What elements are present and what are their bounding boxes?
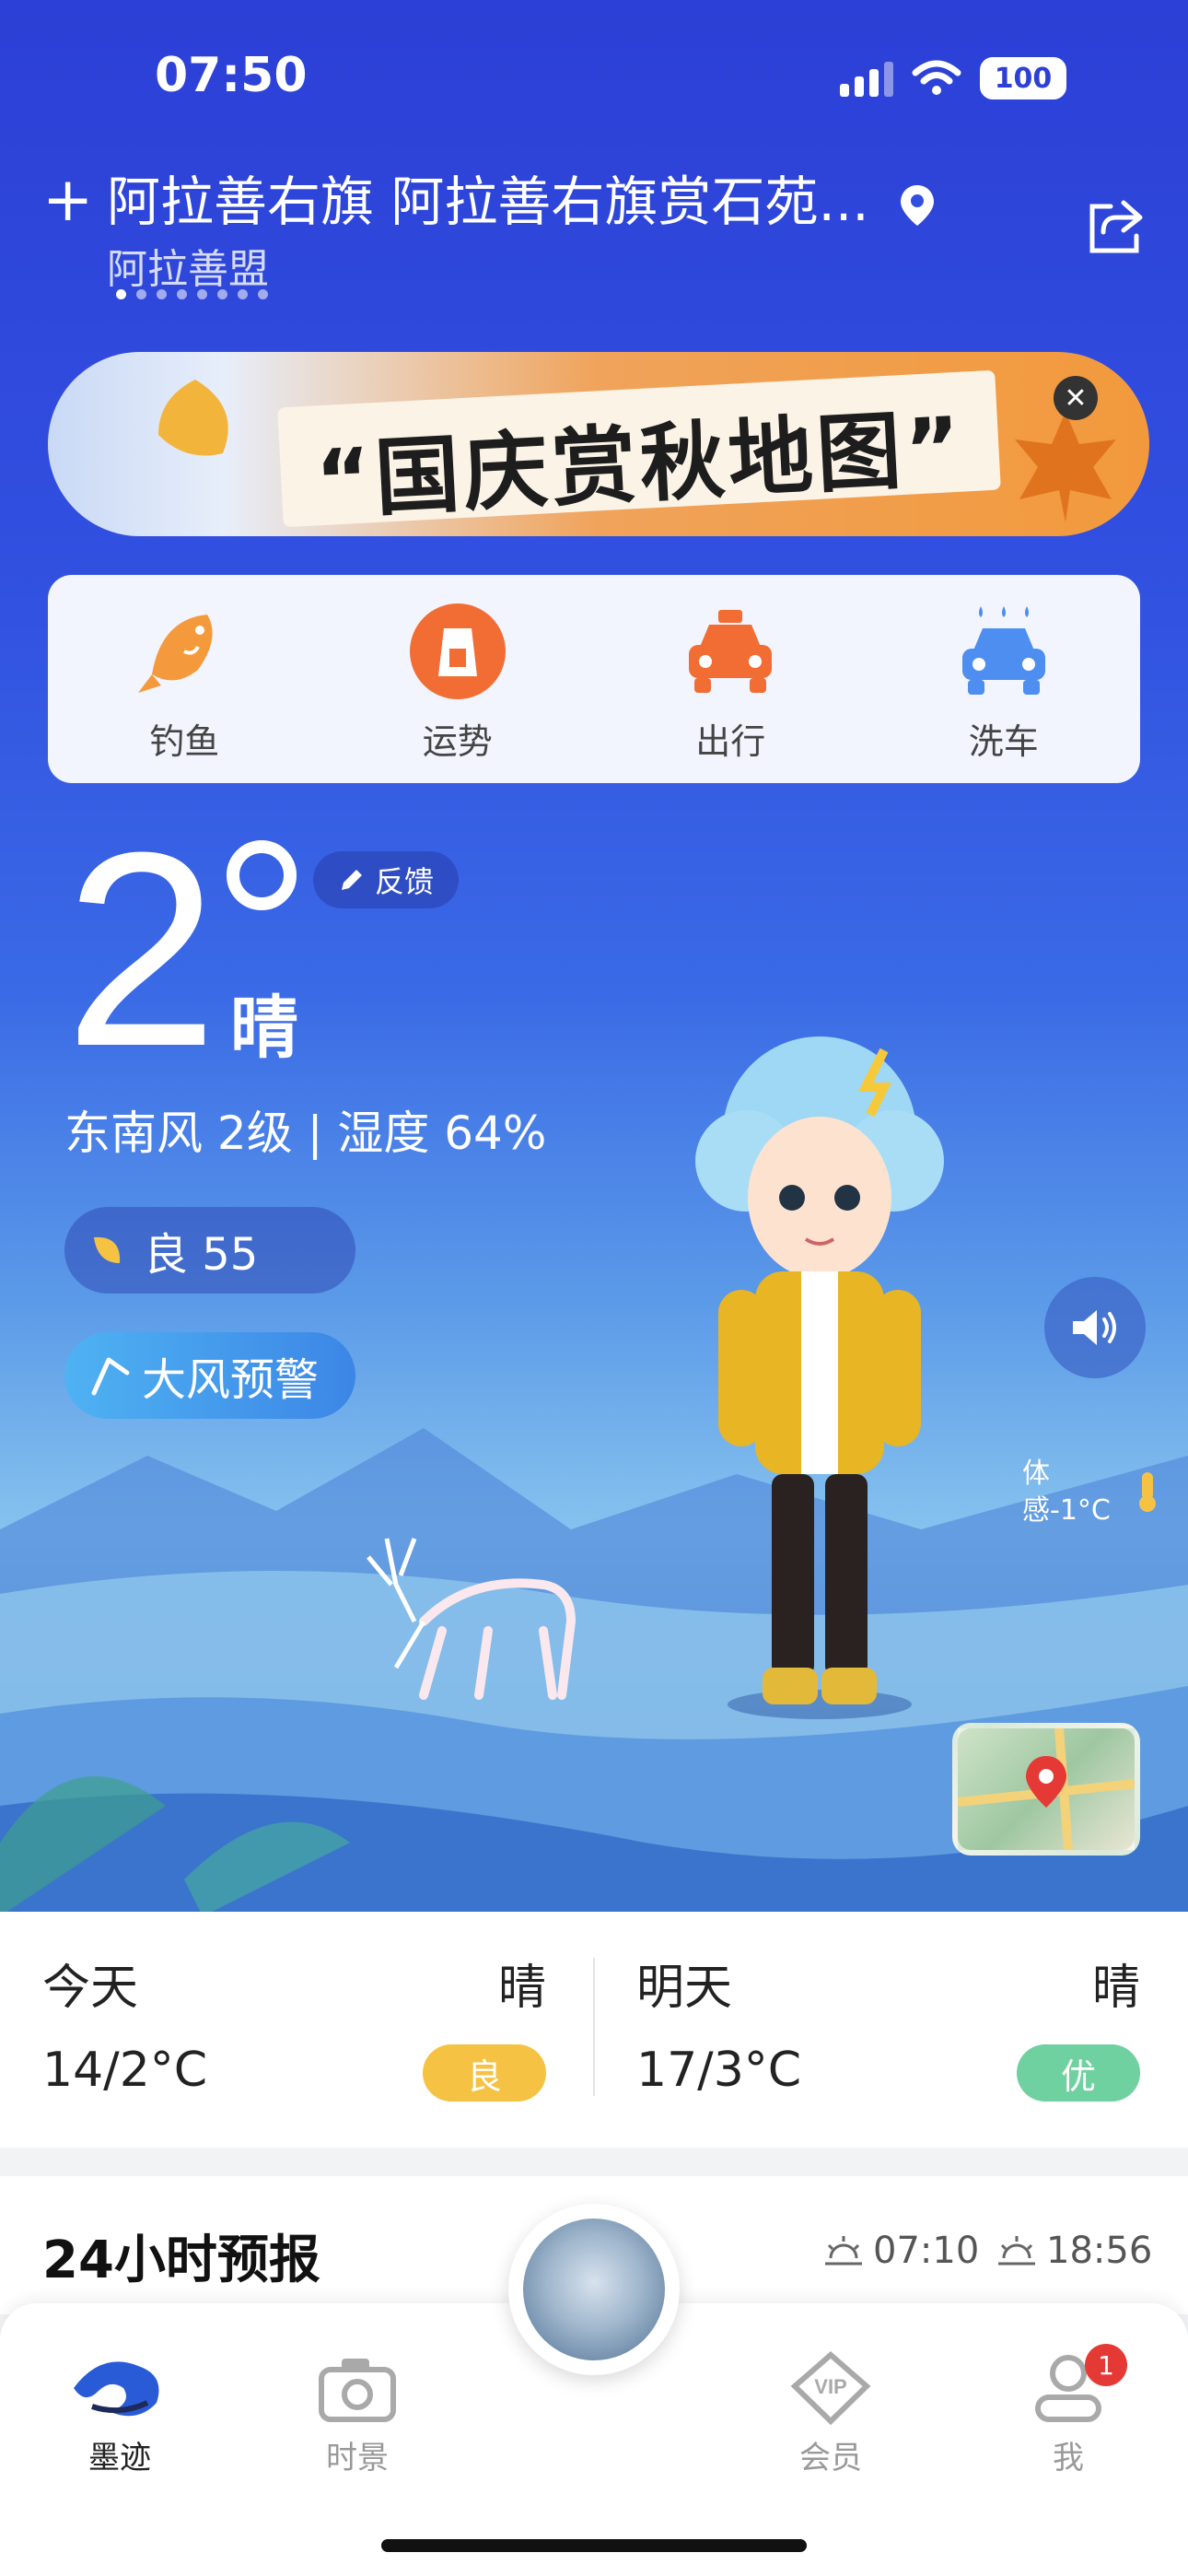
today-summary[interactable]: 今天 晴 14/2°C 良	[0, 1912, 594, 2148]
day-condition: 晴	[497, 1961, 546, 2016]
quick-actions-panel: 钓鱼 运势 出行 洗车	[48, 575, 1140, 783]
tomorrow-summary[interactable]: 明天 晴 17/3°C 优	[594, 1912, 1188, 2148]
sunrise-time: 07:10	[873, 2230, 980, 2272]
thermometer-icon	[1139, 1472, 1156, 1512]
notification-badge: 1	[1085, 2344, 1127, 2386]
voice-broadcast-button[interactable]	[1044, 1277, 1146, 1378]
sunrise-icon	[825, 2236, 862, 2266]
wind-warning-icon	[91, 1357, 130, 1396]
sunset-icon	[998, 2236, 1035, 2266]
live-sky-thumbnail	[523, 2219, 665, 2360]
wind-humidity: 东南风 2级 | 湿度 64%	[64, 1107, 547, 1160]
tab-label: 会员	[799, 2440, 862, 2476]
degree-symbol	[227, 840, 297, 910]
current-condition: 晴	[230, 989, 298, 1068]
location-name: 阿拉善右旗 阿拉善右旗赏石苑...	[107, 170, 869, 233]
day-divider	[593, 1958, 595, 2096]
map-thumbnail-button[interactable]	[952, 1723, 1140, 1856]
map-pin-icon	[958, 1728, 1135, 1850]
quick-action-carwash[interactable]: 洗车	[868, 575, 1141, 783]
center-live-button[interactable]	[508, 2204, 680, 2375]
aqi-badge: 良	[423, 2044, 546, 2102]
battery-indicator: 100	[980, 57, 1066, 100]
location-title[interactable]: 阿拉善右旗 阿拉善右旗赏石苑...	[107, 170, 936, 234]
feels-like-line2: 感-1°C	[1022, 1494, 1111, 1527]
quick-action-travel[interactable]: 出行	[594, 575, 868, 783]
tab-scenery[interactable]: 时景	[274, 2351, 440, 2477]
aqi-value: 良 55	[144, 1229, 259, 1281]
tab-vip[interactable]: VIP 会员	[748, 2351, 914, 2477]
fish-icon	[138, 615, 213, 693]
sunset-time: 18:56	[1046, 2230, 1153, 2272]
add-city-button[interactable]: +	[42, 170, 93, 230]
quick-action-label: 洗车	[968, 721, 1039, 762]
day-temperature: 17/3°C	[636, 2043, 802, 2098]
cellular-signal-icon	[840, 60, 893, 97]
sunrise: 07:10	[821, 2230, 979, 2272]
leaf-icon	[158, 380, 228, 456]
wind-warning-pill[interactable]: 大风预警	[64, 1332, 355, 1419]
day-name: 明天	[636, 1961, 733, 2016]
fortune-icon	[409, 603, 506, 699]
car-icon	[689, 610, 773, 693]
tab-label: 墨迹	[88, 2440, 151, 2476]
tab-moji[interactable]: 墨迹	[37, 2351, 203, 2477]
feels-like: 体 感-1°C	[1022, 1456, 1111, 1529]
day-name: 今天	[42, 1961, 139, 2016]
aqi-pill[interactable]: 良 55	[64, 1207, 355, 1294]
avatar-character	[695, 1036, 944, 1719]
status-time: 07:50	[155, 48, 308, 103]
svg-text:VIP: VIP	[814, 2375, 846, 2398]
warning-label: 大风预警	[142, 1354, 320, 1406]
home-indicator	[381, 2539, 807, 2552]
promo-banner[interactable]: “国庆赏秋地图”	[48, 352, 1149, 536]
share-icon[interactable]	[1083, 193, 1147, 258]
feedback-label: 反馈	[374, 864, 434, 899]
feels-like-line1: 体	[1022, 1458, 1050, 1490]
sunset: 18:56	[995, 2230, 1152, 2272]
location-pin-icon	[901, 184, 935, 226]
pencil-icon	[341, 870, 362, 890]
status-icons: 100	[840, 57, 1066, 100]
wifi-icon	[912, 60, 961, 95]
car-wash-icon	[961, 606, 1045, 695]
current-temperature: 2	[64, 794, 218, 1104]
banner-close-button[interactable]: ✕	[1054, 376, 1098, 420]
city-page-indicator	[116, 289, 268, 299]
quick-action-label: 运势	[422, 721, 493, 762]
day-condition: 晴	[1091, 1961, 1140, 2016]
quick-action-label: 出行	[695, 721, 766, 762]
camera-icon	[319, 2359, 396, 2422]
quick-action-label: 钓鱼	[149, 721, 220, 762]
location-subtitle: 阿拉善盟	[107, 246, 269, 293]
deer-illustration	[367, 1538, 577, 1700]
quick-action-fishing[interactable]: 钓鱼	[48, 575, 321, 783]
tab-label: 我	[1053, 2440, 1084, 2476]
quick-action-fortune[interactable]: 运势	[321, 575, 595, 783]
feedback-button[interactable]: 反馈	[313, 851, 459, 908]
aqi-leaf-icon	[94, 1236, 121, 1263]
moji-icon	[74, 2361, 159, 2417]
forecast-title: 24小时预报	[42, 2231, 320, 2290]
day-temperature: 14/2°C	[42, 2043, 208, 2098]
speaker-icon	[1073, 1310, 1116, 1345]
aqi-badge: 优	[1017, 2044, 1140, 2102]
vip-icon: VIP	[790, 2351, 871, 2425]
maple-leaf-icon	[1015, 412, 1116, 522]
tab-label: 时景	[326, 2440, 389, 2476]
